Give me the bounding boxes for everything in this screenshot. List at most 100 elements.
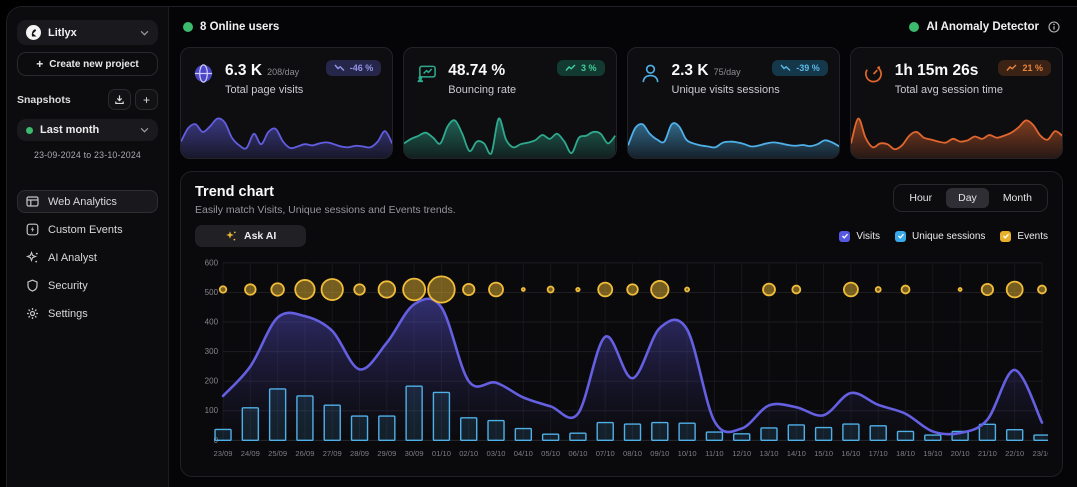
trend-chart-svg: 010020030040050060023/0924/0925/0926/092… bbox=[195, 255, 1048, 464]
sidebar-item-ai-analyst[interactable]: AI Analyst bbox=[17, 246, 158, 269]
svg-text:16/10: 16/10 bbox=[841, 449, 860, 458]
svg-text:13/10: 13/10 bbox=[759, 449, 778, 458]
snapshot-date-range: 23-09-2024 to 23-10-2024 bbox=[17, 150, 158, 160]
stat-card-unique-sessions: 2.3 K 75/day Unique visits sessions -39 … bbox=[627, 47, 840, 159]
trend-chart-area: 010020030040050060023/0924/0925/0926/092… bbox=[195, 255, 1048, 464]
custom-events-icon bbox=[26, 223, 39, 236]
svg-text:200: 200 bbox=[205, 377, 219, 386]
chevron-down-icon bbox=[140, 30, 149, 36]
checkbox-visits bbox=[839, 231, 850, 242]
trend-badge: -39 % bbox=[772, 60, 828, 76]
plus-icon: + bbox=[143, 93, 150, 107]
sidebar-item-label: Web Analytics bbox=[48, 196, 117, 208]
stat-card-total-page-visits: 6.3 K 208/day Total page visits -46 % bbox=[180, 47, 393, 159]
svg-text:19/10: 19/10 bbox=[923, 449, 942, 458]
svg-text:17/10: 17/10 bbox=[869, 449, 888, 458]
svg-text:18/10: 18/10 bbox=[896, 449, 915, 458]
svg-text:21/10: 21/10 bbox=[978, 449, 997, 458]
svg-text:29/09: 29/09 bbox=[377, 449, 396, 458]
svg-text:09/10: 09/10 bbox=[650, 449, 669, 458]
online-status-dot bbox=[183, 22, 193, 32]
main-content: 8 Online users AI Anomaly Detector bbox=[169, 7, 1077, 487]
legend-item-events[interactable]: Events bbox=[1000, 231, 1048, 242]
svg-text:07/10: 07/10 bbox=[596, 449, 615, 458]
create-project-label: Create new project bbox=[49, 59, 138, 70]
svg-text:27/09: 27/09 bbox=[323, 449, 342, 458]
stat-rate: 208/day bbox=[267, 67, 299, 77]
stat-label: Bouncing rate bbox=[448, 84, 516, 96]
online-users-label: 8 Online users bbox=[200, 21, 279, 33]
sidebar-item-custom-events[interactable]: Custom Events bbox=[17, 218, 158, 241]
sparkline-chart bbox=[628, 112, 839, 158]
trend-chart-panel: Trend chart Easily match Visits, Unique … bbox=[180, 171, 1063, 477]
svg-text:11/10: 11/10 bbox=[705, 449, 723, 458]
trend-badge: 21 % bbox=[998, 60, 1051, 76]
anomaly-detector-status: AI Anomaly Detector bbox=[909, 21, 1060, 33]
chart-legend: Visits Unique sessions Events bbox=[839, 231, 1048, 242]
stat-label: Total avg session time bbox=[895, 84, 1003, 96]
sparkline-chart bbox=[404, 112, 615, 158]
svg-text:500: 500 bbox=[205, 288, 219, 297]
ask-ai-button[interactable]: Ask AI bbox=[195, 225, 306, 247]
svg-text:06/10: 06/10 bbox=[568, 449, 587, 458]
svg-text:22/10: 22/10 bbox=[1005, 449, 1024, 458]
anomaly-detector-label: AI Anomaly Detector bbox=[926, 21, 1039, 33]
add-snapshot-button[interactable]: + bbox=[135, 89, 158, 110]
svg-text:02/10: 02/10 bbox=[459, 449, 478, 458]
svg-text:23/10: 23/10 bbox=[1032, 449, 1048, 458]
svg-text:30/09: 30/09 bbox=[405, 449, 424, 458]
gear-icon bbox=[26, 307, 39, 320]
plus-icon: + bbox=[36, 58, 43, 70]
svg-text:12/10: 12/10 bbox=[732, 449, 751, 458]
app-window: Litlyx + Create new project Snapshots + bbox=[6, 6, 1077, 487]
shield-icon bbox=[26, 279, 39, 292]
sparkline-chart bbox=[181, 112, 392, 158]
chevron-down-icon bbox=[140, 127, 149, 133]
project-selector[interactable]: Litlyx bbox=[17, 20, 158, 45]
anomaly-status-dot bbox=[909, 22, 919, 32]
sidebar: Litlyx + Create new project Snapshots + bbox=[7, 7, 169, 487]
tab-hour[interactable]: Hour bbox=[897, 188, 944, 208]
timer-icon bbox=[863, 63, 885, 85]
sparkle-icon bbox=[225, 230, 237, 242]
svg-text:100: 100 bbox=[205, 406, 219, 415]
online-users-status: 8 Online users bbox=[183, 21, 279, 33]
svg-text:400: 400 bbox=[205, 318, 219, 327]
legend-item-visits[interactable]: Visits bbox=[839, 231, 880, 242]
snapshot-selector[interactable]: Last month bbox=[17, 119, 158, 141]
export-snapshot-button[interactable] bbox=[108, 89, 131, 110]
sidebar-item-label: Settings bbox=[48, 308, 88, 320]
svg-text:15/10: 15/10 bbox=[814, 449, 833, 458]
sidebar-item-security[interactable]: Security bbox=[17, 274, 158, 297]
svg-text:03/10: 03/10 bbox=[487, 449, 506, 458]
svg-text:01/10: 01/10 bbox=[432, 449, 451, 458]
user-icon bbox=[640, 63, 662, 85]
snapshot-selected-label: Last month bbox=[40, 124, 133, 136]
presentation-icon bbox=[416, 63, 438, 85]
snapshots-label: Snapshots bbox=[17, 94, 71, 106]
svg-text:28/09: 28/09 bbox=[350, 449, 369, 458]
svg-text:24/09: 24/09 bbox=[241, 449, 260, 458]
checkbox-unique-sessions bbox=[895, 231, 906, 242]
tab-month[interactable]: Month bbox=[991, 188, 1044, 208]
web-analytics-icon bbox=[26, 195, 39, 208]
sidebar-item-web-analytics[interactable]: Web Analytics bbox=[17, 190, 158, 213]
sidebar-item-settings[interactable]: Settings bbox=[17, 302, 158, 325]
stat-card-bouncing-rate: 48.74 % Bouncing rate 3 % bbox=[403, 47, 616, 159]
svg-text:04/10: 04/10 bbox=[514, 449, 533, 458]
info-icon[interactable] bbox=[1048, 21, 1060, 33]
svg-text:05/10: 05/10 bbox=[541, 449, 560, 458]
svg-text:25/09: 25/09 bbox=[268, 449, 287, 458]
sidebar-item-label: AI Analyst bbox=[48, 252, 97, 264]
sidebar-item-label: Custom Events bbox=[48, 224, 123, 236]
stat-card-avg-session-time: 1h 15m 26s Total avg session time 21 % bbox=[850, 47, 1063, 159]
sparkles-icon bbox=[26, 251, 39, 264]
tab-day[interactable]: Day bbox=[946, 188, 989, 208]
legend-item-unique-sessions[interactable]: Unique sessions bbox=[895, 231, 985, 242]
trend-subtitle: Easily match Visits, Unique sessions and… bbox=[195, 204, 456, 216]
create-project-button[interactable]: + Create new project bbox=[17, 52, 158, 76]
trend-title: Trend chart bbox=[195, 184, 456, 200]
range-tabs: Hour Day Month bbox=[893, 184, 1048, 212]
svg-text:300: 300 bbox=[205, 347, 219, 356]
globe-icon bbox=[193, 63, 215, 85]
